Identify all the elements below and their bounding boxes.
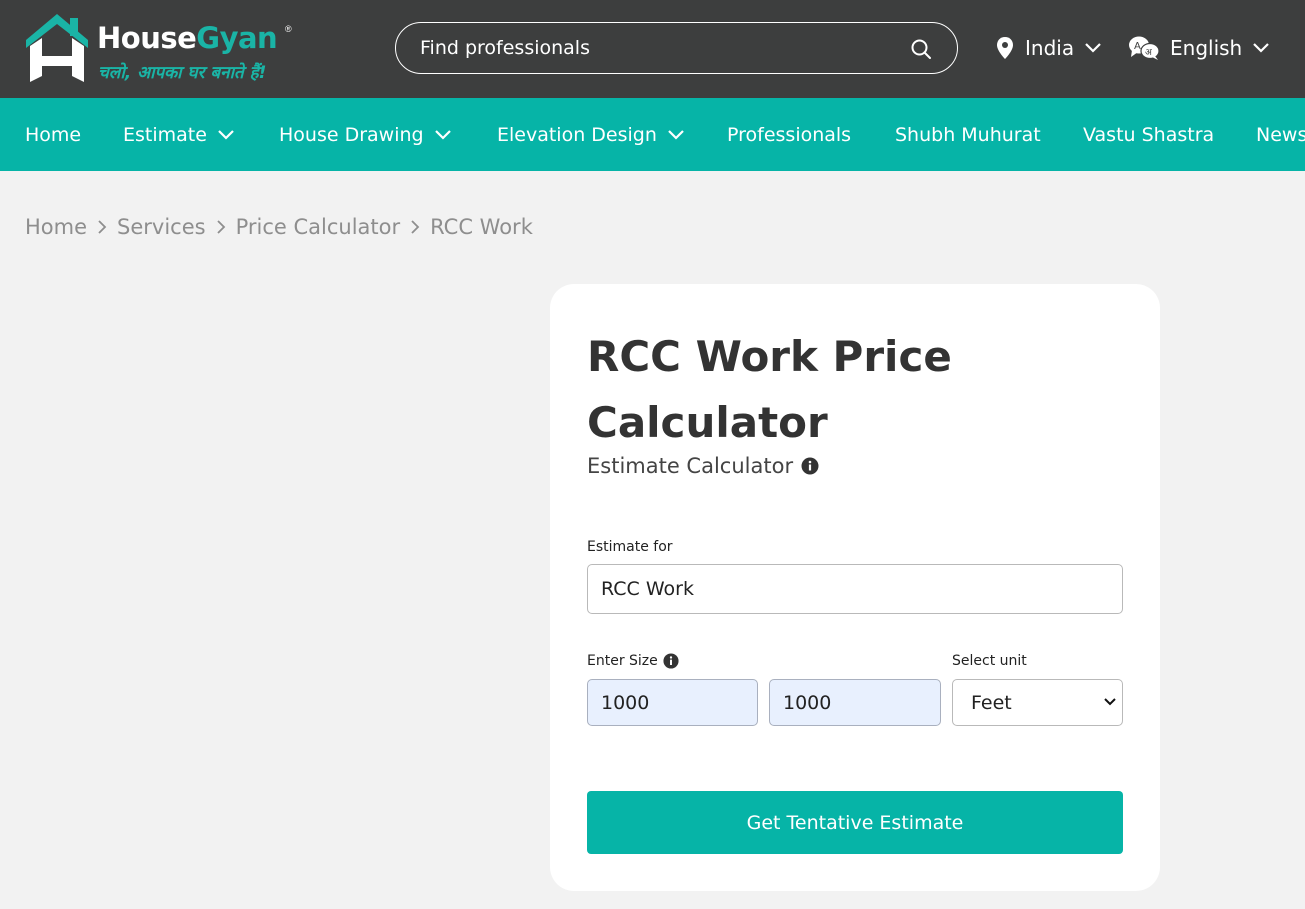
nav-item-home[interactable]: Home [25,98,81,171]
breadcrumb-services[interactable]: Services [117,215,206,239]
breadcrumb-rcc-work: RCC Work [430,215,533,239]
language-selector[interactable]: A अ English [1128,30,1270,66]
chevron-right-icon [98,220,107,234]
nav-label: Shubh Muhurat [895,123,1041,146]
nav-label: Vastu Shastra [1083,123,1215,146]
language-label: English [1170,36,1243,60]
house-logo-icon [26,14,88,82]
breadcrumb-price-calculator[interactable]: Price Calculator [236,215,401,239]
logo-tagline: चलो, आपका घर बनाते हैं! [98,63,267,83]
info-icon[interactable] [801,457,819,475]
nav-label: House Drawing [279,123,424,146]
nav-label: News [1256,123,1305,146]
chevron-down-icon [218,129,234,140]
subtitle-text: Estimate Calculator [587,454,794,478]
nav-label: Elevation Design [497,123,657,146]
nav-label: Estimate [123,123,207,146]
nav-item-professionals[interactable]: Professionals [727,98,851,171]
breadcrumb-home[interactable]: Home [25,215,87,239]
chevron-down-icon [1104,698,1116,706]
nav-item-estimate[interactable]: Estimate [123,98,235,171]
main-nav: Home Estimate House Drawing Elevation De… [0,98,1305,171]
map-pin-icon [997,37,1013,59]
nav-item-elevation-design[interactable]: Elevation Design [497,98,685,171]
nav-item-news[interactable]: News [1256,98,1305,171]
unit-select[interactable]: Feet [952,679,1123,726]
select-unit-label: Select unit [952,653,1027,669]
nav-label: Home [25,123,82,146]
svg-text:अ: अ [1145,48,1153,58]
search-icon[interactable] [909,37,933,61]
size-width-input[interactable] [769,679,941,726]
translate-icon: A अ [1129,36,1160,60]
estimate-for-field[interactable] [587,564,1123,614]
search-input[interactable] [420,35,900,61]
page-title: RCC Work Price Calculator [587,332,952,447]
enter-size-label: Enter Size [587,653,679,669]
chevron-down-icon [1253,43,1269,53]
nav-item-shubh-muhurat[interactable]: Shubh Muhurat [895,98,1041,171]
location-selector[interactable]: India [995,30,1102,66]
breadcrumb: Home Services Price Calculator RCC Work [25,212,533,242]
chevron-down-icon [1085,43,1101,53]
chevron-right-icon [411,220,420,234]
calculator-card: RCC Work Price Calculator Estimate Calcu… [550,284,1160,891]
top-header: HouseGyan ® चलो, आपका घर बनाते हैं! Indi… [0,0,1305,98]
unit-select-value: Feet [971,691,1012,714]
estimate-for-label: Estimate for [587,539,673,555]
location-label: India [1025,36,1075,60]
housegyan-logo[interactable]: HouseGyan ® चलो, आपका घर बनाते हैं! [24,12,304,84]
logo-wordmark: HouseGyan [97,21,278,55]
svg-text:A: A [1134,41,1141,52]
size-length-input[interactable] [587,679,758,726]
get-tentative-estimate-button[interactable]: Get Tentative Estimate [587,791,1123,854]
nav-item-house-drawing[interactable]: House Drawing [279,98,452,171]
nav-label: Professionals [727,123,852,146]
enter-size-text: Enter Size [587,653,658,669]
chevron-down-icon [668,129,684,140]
nav-item-vastu-shastra[interactable]: Vastu Shastra [1083,98,1214,171]
search-bar [395,22,958,74]
info-icon[interactable] [663,653,679,669]
chevron-right-icon [216,220,225,234]
chevron-down-icon [434,129,451,140]
calculator-subtitle: Estimate Calculator [587,454,819,478]
registered-mark: ® [285,24,292,34]
